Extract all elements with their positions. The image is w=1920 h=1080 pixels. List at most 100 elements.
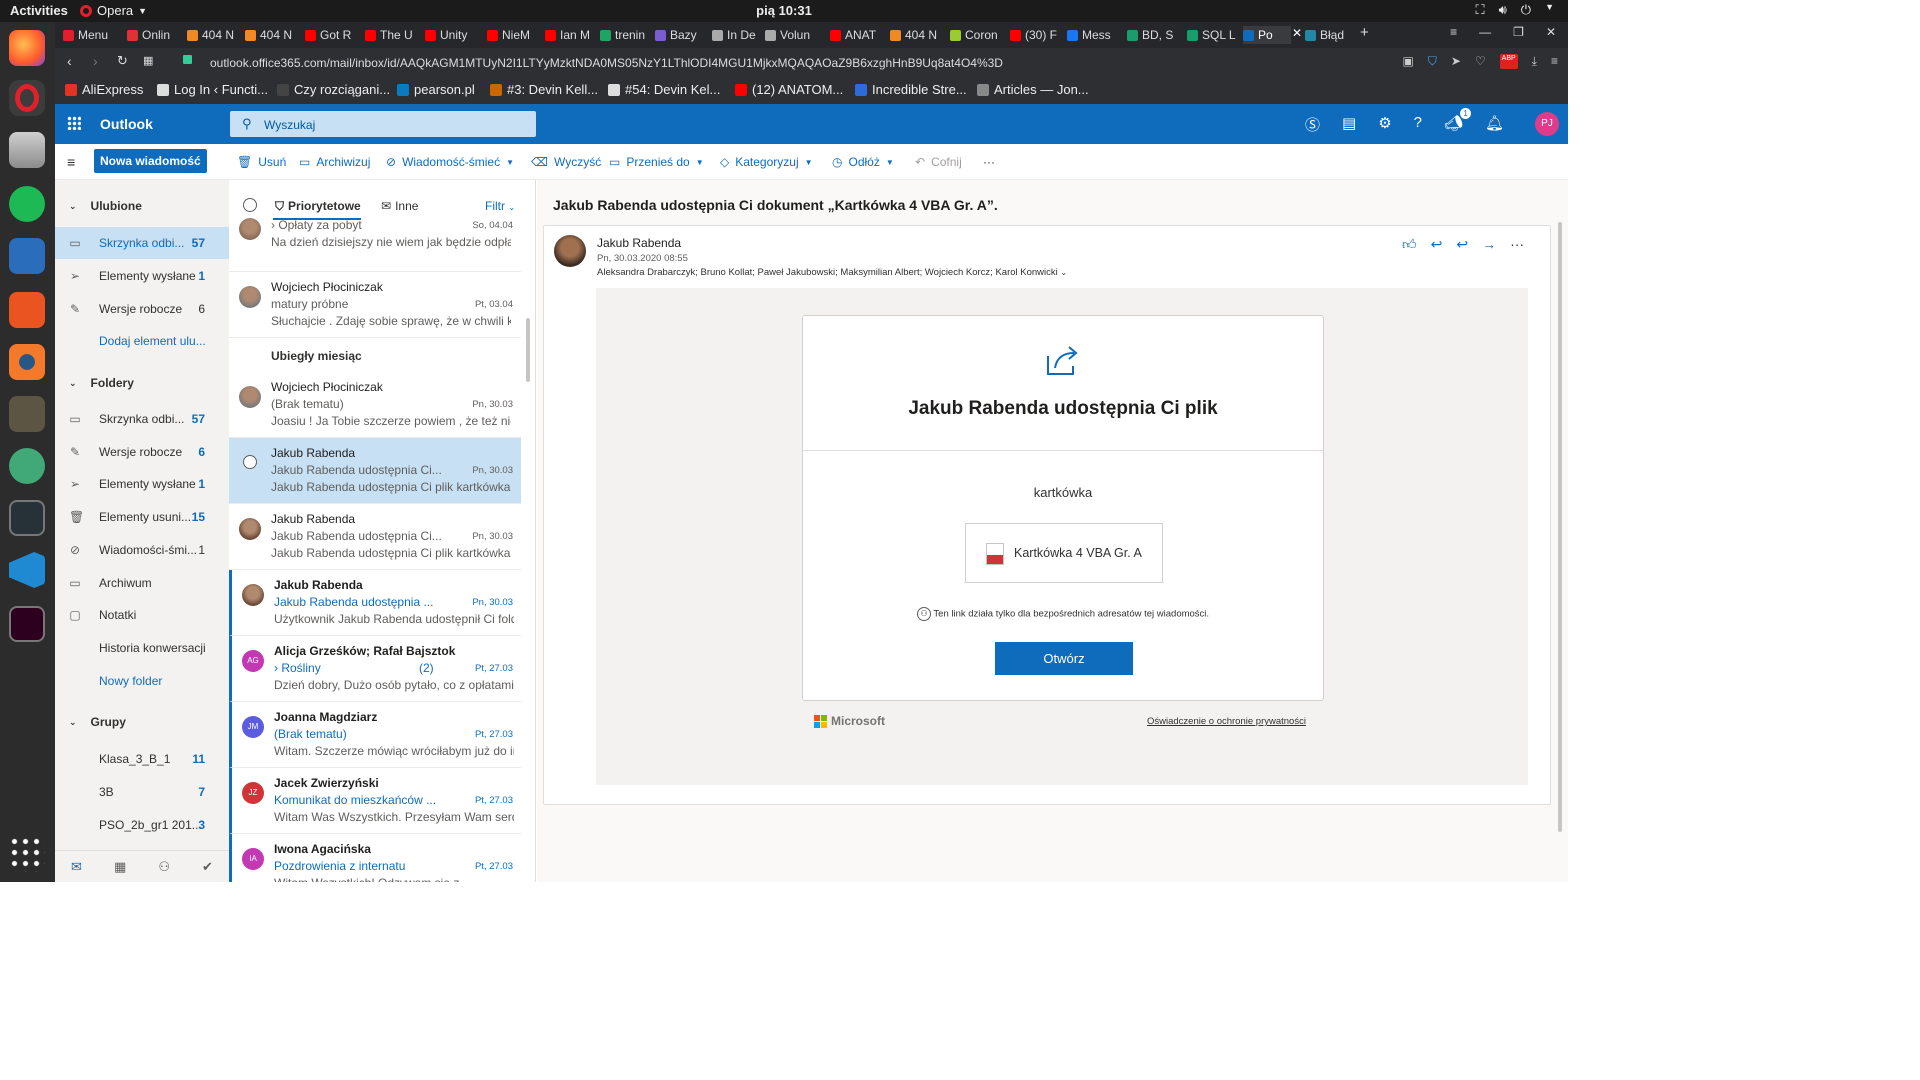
- browser-tab[interactable]: Błąd: [1305, 26, 1357, 44]
- browser-tab[interactable]: Ian M: [545, 26, 595, 44]
- app-launcher-icon[interactable]: [67, 116, 81, 130]
- recipients[interactable]: Aleksandra Drabarczyk; Bruno Kollat; Paw…: [597, 267, 1067, 278]
- speed-dial-icon[interactable]: ▦: [143, 54, 153, 67]
- move-button[interactable]: ▭ Przenieś do ▼: [609, 155, 704, 169]
- blender-icon[interactable]: [9, 344, 45, 380]
- maximize-icon[interactable]: ❐: [1513, 25, 1524, 39]
- browser-tab[interactable]: trenin: [600, 26, 650, 44]
- nav-item[interactable]: ▢ Notatki: [55, 599, 229, 631]
- junk-button[interactable]: ⊘ Wiadomość-śmieć ▼: [386, 155, 514, 169]
- message-item[interactable]: Jakub Rabenda Jakub Rabenda udostępnia Ci…: [229, 504, 521, 570]
- bookmark[interactable]: Log In ‹ Functi...: [157, 82, 268, 97]
- reply-all-icon[interactable]: ↩︎: [1456, 236, 1468, 253]
- browser-tab[interactable]: Coron: [950, 26, 1004, 44]
- browser-tab[interactable]: ANAT: [830, 26, 882, 44]
- bookmark[interactable]: Articles — Jon...: [977, 82, 1089, 97]
- new-folder-link[interactable]: Nowy folder: [99, 674, 162, 688]
- skype-icon[interactable]: Ⓢ: [1305, 114, 1320, 135]
- list-scrollbar[interactable]: [526, 318, 530, 382]
- back-icon[interactable]: ‹: [67, 53, 72, 69]
- close-tab-icon[interactable]: ✕: [1292, 26, 1302, 40]
- browser-tab[interactable]: Menu: [63, 26, 121, 44]
- message-item[interactable]: › Opłaty za pobyt So, 04.04 Na dzień dzisi…: [229, 216, 521, 272]
- nav-item[interactable]: 🗑︎ Elementy usuni... 15: [55, 501, 229, 533]
- select-circle-icon[interactable]: [243, 455, 257, 469]
- select-all-icon[interactable]: [243, 198, 257, 212]
- message-item[interactable]: JZ Jacek Zwierzyński Komunikat do mieszkań…: [229, 768, 521, 834]
- browser-tab[interactable]: BD, S: [1127, 26, 1181, 44]
- browser-tab[interactable]: Volun: [765, 26, 823, 44]
- avatar[interactable]: PJ: [1535, 112, 1559, 136]
- message-item[interactable]: Wojciech Płociniczak (Brak tematu) Pn, 30.…: [229, 372, 521, 438]
- sender-avatar[interactable]: [554, 235, 586, 267]
- snooze-button[interactable]: ◷ Odłóż ▼: [832, 155, 894, 169]
- tab-other[interactable]: ✉︎ Inne: [381, 199, 418, 213]
- spotify-icon[interactable]: [9, 186, 45, 222]
- browser-tab[interactable]: NieM: [487, 26, 539, 44]
- forward-icon[interactable]: →: [1482, 236, 1496, 253]
- nav-item[interactable]: ➢ Elementy wysłane 1: [55, 468, 229, 500]
- atom-icon[interactable]: [9, 448, 45, 484]
- nav-item[interactable]: ⊘ Wiadomości-śmi... 1: [55, 534, 229, 566]
- tab-menu-icon[interactable]: ≡: [1450, 25, 1457, 39]
- firefox-icon[interactable]: [9, 30, 45, 66]
- bookmark[interactable]: Czy rozciągani...: [277, 82, 390, 97]
- nav-item[interactable]: ➢ Elementy wysłane 1: [55, 260, 229, 292]
- calendar-icon[interactable]: ▦: [114, 859, 126, 875]
- todo-icon[interactable]: ✔: [202, 859, 213, 875]
- minimize-icon[interactable]: —: [1479, 25, 1491, 39]
- more-icon[interactable]: ···: [1510, 236, 1524, 253]
- bell-icon[interactable]: 🔔︎: [1485, 114, 1504, 135]
- like-icon[interactable]: 👍︎: [1402, 236, 1417, 253]
- send-icon[interactable]: ➤: [1451, 54, 1461, 69]
- calendar-check-icon[interactable]: ▤: [1342, 114, 1356, 135]
- announcement-icon[interactable]: 📣︎ 1: [1444, 108, 1472, 135]
- terminal-icon[interactable]: [9, 606, 45, 642]
- new-tab-icon[interactable]: +: [1360, 24, 1369, 41]
- reading-scrollbar[interactable]: [1558, 222, 1562, 832]
- favorites-section[interactable]: ⌄ Ulubione: [69, 199, 142, 213]
- nav-item[interactable]: ▭ Skrzynka odbi... 57: [55, 403, 229, 435]
- adblock-icon[interactable]: ABP: [1499, 54, 1518, 69]
- vscode-icon[interactable]: [9, 552, 45, 588]
- message-item[interactable]: AG Alicja Grześków; Rafał Bajsztok › Rośli…: [229, 636, 521, 702]
- delete-button[interactable]: 🗑︎ Usuń: [237, 155, 286, 169]
- app-title[interactable]: Outlook: [100, 116, 153, 132]
- mail-icon[interactable]: ✉︎: [71, 859, 82, 875]
- nav-item[interactable]: PSO_2b_gr1 201... 3: [55, 809, 229, 841]
- nav-item[interactable]: Klasa_3_B_1 11: [55, 743, 229, 775]
- gimp-icon[interactable]: [9, 396, 45, 432]
- url-field[interactable]: outlook.office365.com/mail/inbox/id/AAQk…: [210, 56, 1003, 70]
- browser-tab[interactable]: Onlin: [127, 26, 183, 44]
- browser-tab[interactable]: Mess: [1067, 26, 1121, 44]
- close-window-icon[interactable]: ✕: [1546, 25, 1556, 39]
- bookmark[interactable]: Incredible Stre...: [855, 82, 967, 97]
- nav-item[interactable]: Historia konwersacji: [55, 632, 229, 664]
- people-icon[interactable]: ⚇: [158, 859, 170, 875]
- bookmark[interactable]: #3: Devin Kell...: [490, 82, 598, 97]
- browser-tab[interactable]: Unity: [425, 26, 481, 44]
- bookmark[interactable]: #54: Devin Kel...: [608, 82, 720, 97]
- reload-icon[interactable]: ↻: [117, 53, 128, 69]
- browser-tab[interactable]: The U: [365, 26, 417, 44]
- open-button[interactable]: Otwórz: [995, 642, 1133, 675]
- browser-tab[interactable]: 404 N: [187, 26, 239, 44]
- browser-tab[interactable]: Po: [1243, 26, 1291, 44]
- system-monitor-icon[interactable]: [9, 500, 45, 536]
- add-favorite-link[interactable]: Dodaj element ulu...: [99, 334, 206, 348]
- shield-icon[interactable]: ⛉: [1428, 54, 1437, 69]
- sender-name[interactable]: Jakub Rabenda: [597, 236, 681, 250]
- gear-icon[interactable]: ⚙: [1378, 114, 1391, 135]
- files-icon[interactable]: [9, 132, 45, 168]
- groups-section[interactable]: ⌄ Grupy: [69, 715, 126, 729]
- nav-item[interactable]: ▭ Skrzynka odbi... 57: [55, 227, 229, 259]
- archive-button[interactable]: ▭ Archiwizuj: [299, 155, 370, 169]
- forward-icon[interactable]: ›: [93, 53, 98, 69]
- sweep-button[interactable]: ⌫ Wyczyść: [531, 155, 601, 169]
- camera-icon[interactable]: ▣: [1402, 54, 1413, 69]
- browser-tab[interactable]: (30) F: [1010, 26, 1060, 44]
- help-icon[interactable]: ?: [1414, 114, 1422, 135]
- message-item[interactable]: Wojciech Płociniczak matury próbne Pt, 03.…: [229, 272, 521, 338]
- categorize-button[interactable]: ◇ Kategoryzuj ▼: [720, 155, 813, 169]
- reply-icon[interactable]: ↩: [1431, 236, 1443, 253]
